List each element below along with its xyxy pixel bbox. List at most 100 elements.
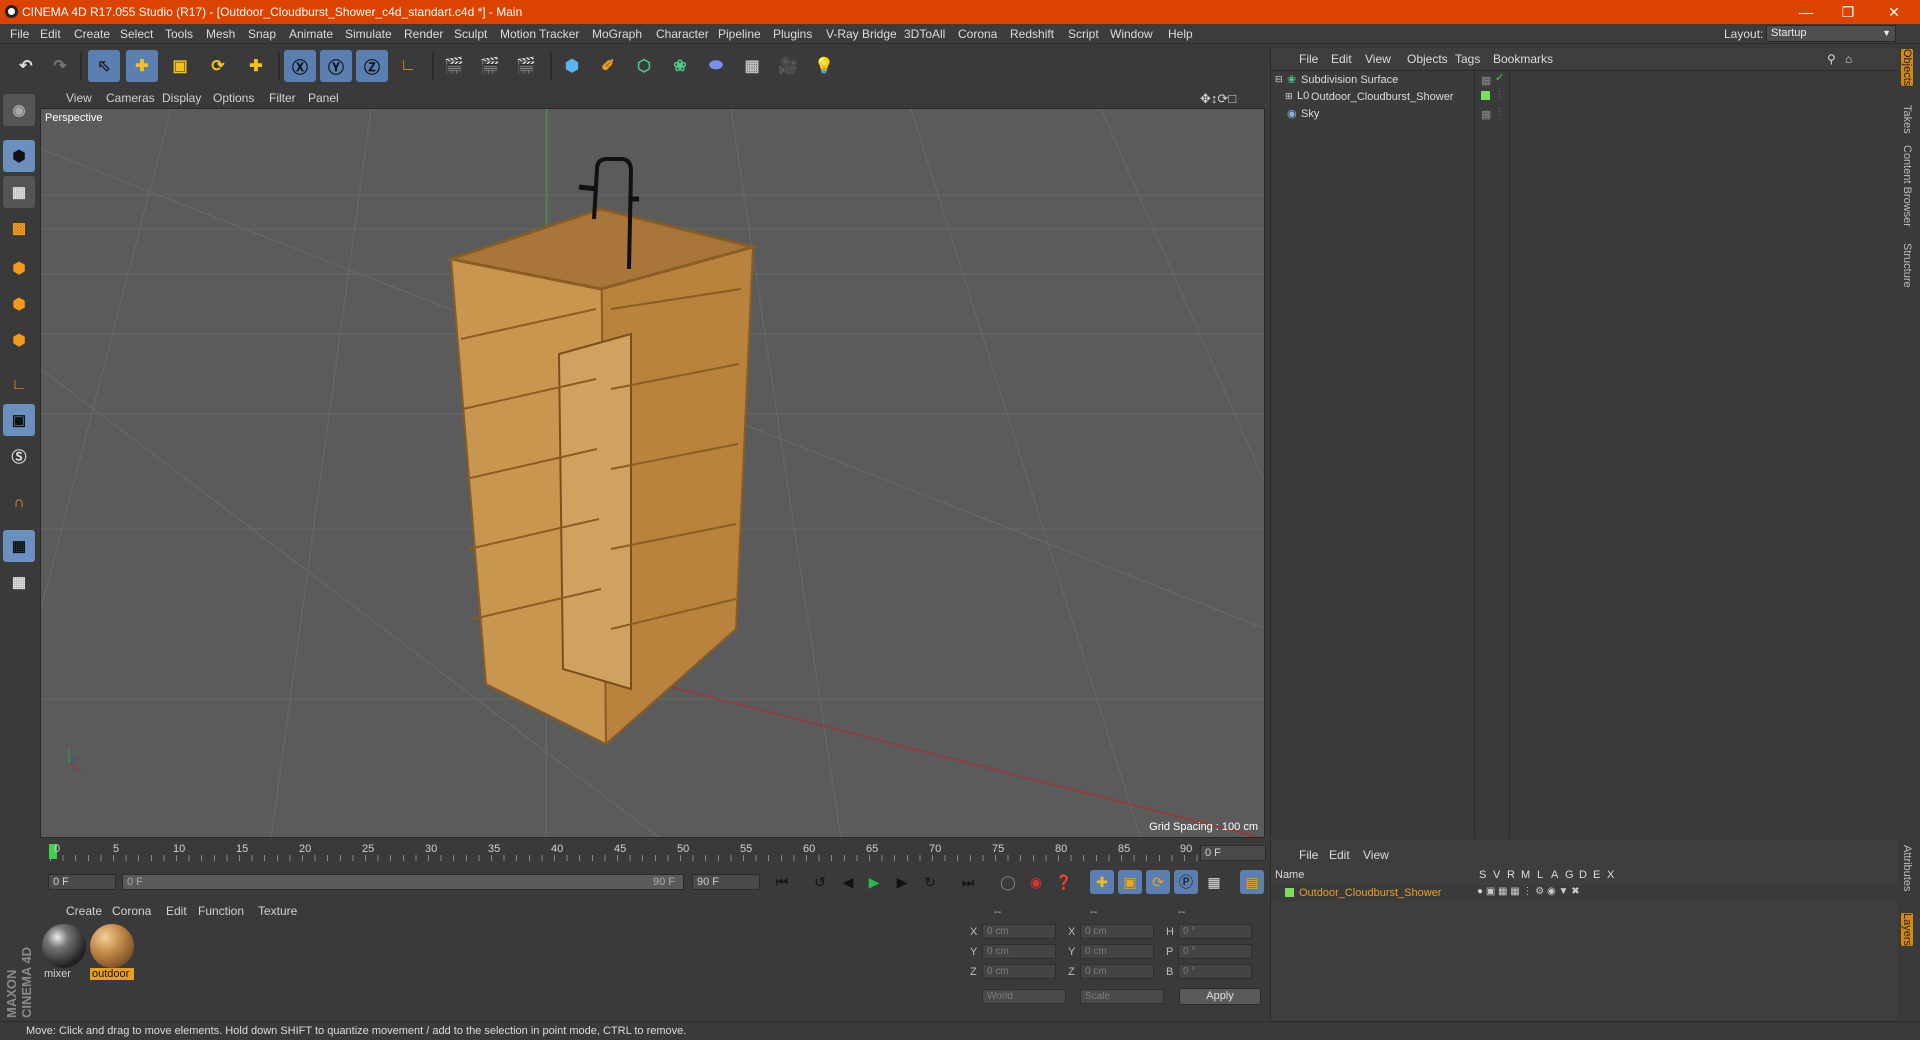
menu-animate[interactable]: Animate [289, 27, 333, 41]
menu-edit[interactable]: Edit [40, 27, 61, 41]
object-row-sky[interactable]: ◉ Sky ▦ ⋮ [1273, 105, 1899, 124]
size-mode-dropdown[interactable]: Scale [1080, 989, 1164, 1004]
menu-simulate[interactable]: Simulate [345, 27, 392, 41]
previous-key-icon[interactable]: ↺ [808, 870, 832, 894]
vp-menu-view[interactable]: View [66, 91, 92, 105]
obj-menu-tags[interactable]: Tags [1455, 52, 1480, 66]
tab-layers[interactable]: Layers [1901, 913, 1913, 947]
polygons-mode-icon[interactable]: ⬢ [3, 324, 35, 356]
menu-pipeline[interactable]: Pipeline [718, 27, 761, 41]
menu-window[interactable]: Window [1110, 27, 1153, 41]
menu-character[interactable]: Character [656, 27, 709, 41]
menu-script[interactable]: Script [1068, 27, 1099, 41]
shower-model[interactable] [445, 157, 759, 747]
position-x-field[interactable]: 0 cm [982, 924, 1056, 939]
timeline-window-icon[interactable]: ▤ [1240, 870, 1264, 894]
current-frame-field[interactable]: 0 F [1200, 845, 1266, 861]
layer-row[interactable]: Outdoor_Cloudburst_Shower ● ▣ ▦ ▦ ⋮ ⚙ ◉ … [1271, 885, 1899, 902]
rotation-p-field[interactable]: 0 ° [1178, 944, 1252, 959]
obj-menu-file[interactable]: File [1299, 52, 1318, 66]
menu-snap[interactable]: Snap [248, 27, 276, 41]
next-key-icon[interactable]: ↻ [918, 870, 942, 894]
grid-snap-icon[interactable]: ▦ [3, 566, 35, 598]
add-icon[interactable]: ✚ [240, 50, 272, 82]
cube-icon[interactable]: ⬢ [556, 50, 588, 82]
size-y-field[interactable]: 0 cm [1080, 944, 1154, 959]
tab-content-browser[interactable]: Content Browser [1901, 145, 1913, 227]
floor-icon[interactable]: ▦ [736, 50, 768, 82]
solo-mode-icon[interactable]: Ⓢ [3, 440, 35, 472]
vp-menu-panel[interactable]: Panel [308, 91, 339, 105]
3d-viewport[interactable]: Perspective Grid Spacing : 100 cm [40, 108, 1265, 838]
key-parameter-icon[interactable]: Ⓟ [1174, 870, 1198, 894]
menu-help[interactable]: Help [1168, 27, 1193, 41]
deformer-icon[interactable]: ⬬ [700, 50, 732, 82]
menu-plugins[interactable]: Plugins [773, 27, 812, 41]
viewport-navigation-icon[interactable]: ✥↕⟳□ [1200, 91, 1236, 107]
move-icon[interactable]: ✚ [126, 50, 158, 82]
minimize-icon[interactable]: — [1786, 2, 1826, 22]
layer-menu-file[interactable]: File [1299, 848, 1318, 862]
restore-icon[interactable]: ❐ [1828, 2, 1868, 22]
redo-icon[interactable]: ↷ [44, 50, 76, 82]
vp-menu-filter[interactable]: Filter [269, 91, 296, 105]
rotate-icon[interactable]: ⟳ [202, 50, 234, 82]
rotation-h-field[interactable]: 0 ° [1178, 924, 1252, 939]
menu-mograph[interactable]: MoGraph [592, 27, 642, 41]
layer-color-swatch[interactable] [1285, 888, 1294, 897]
visibility-dot-icon[interactable]: ▦ [1481, 74, 1491, 87]
tab-objects[interactable]: Objects [1901, 49, 1913, 87]
visibility-dot-icon[interactable]: ▦ [1481, 108, 1491, 121]
menu-corona[interactable]: Corona [958, 27, 997, 41]
key-rotation-icon[interactable]: ⟳ [1146, 870, 1170, 894]
mat-menu-corona[interactable]: Corona [112, 904, 151, 918]
menu-vray-bridge[interactable]: V-Ray Bridge [826, 27, 897, 41]
close-icon[interactable]: ✕ [1874, 2, 1914, 22]
tab-takes[interactable]: Takes [1901, 105, 1913, 134]
grid-lock-icon[interactable]: ▦ [3, 530, 35, 562]
menu-mesh[interactable]: Mesh [206, 27, 235, 41]
material-swatch[interactable]: mixer [42, 924, 86, 980]
expand-icon[interactable]: ⊞ [1285, 91, 1293, 102]
key-position-icon[interactable]: ✚ [1090, 870, 1114, 894]
key-pla-icon[interactable]: ▦ [1202, 870, 1226, 894]
menu-sculpt[interactable]: Sculpt [454, 27, 487, 41]
search-icon[interactable]: ⚲ [1827, 52, 1836, 66]
layer-toggle-icons[interactable]: ● ▣ ▦ ▦ ⋮ ⚙ ◉ ▼ ✖ [1477, 886, 1580, 897]
menu-redshift[interactable]: Redshift [1010, 27, 1054, 41]
frame-range-slider[interactable]: 0 F 90 F [122, 874, 684, 890]
snap-magnet-icon[interactable]: ∩ [3, 486, 35, 518]
tweak-mode-icon[interactable]: ▣ [3, 404, 35, 436]
keyframe-selection-icon[interactable]: ❓ [1052, 870, 1076, 894]
menu-select[interactable]: Select [120, 27, 153, 41]
vp-menu-cameras[interactable]: Cameras [106, 91, 155, 105]
layout-dropdown[interactable]: Startup ▼ [1766, 25, 1896, 42]
position-z-field[interactable]: 0 cm [982, 964, 1056, 979]
world-coordinate-icon[interactable]: ∟ [392, 50, 424, 82]
go-to-end-icon[interactable]: ⏭ [956, 870, 980, 894]
obj-menu-edit[interactable]: Edit [1331, 52, 1352, 66]
subdivision-icon[interactable]: ⬡ [628, 50, 660, 82]
texture-mode-icon[interactable]: ▦ [3, 176, 35, 208]
record-keys-icon[interactable]: ◯ [996, 870, 1020, 894]
x-axis-icon[interactable]: Ⓧ [284, 50, 316, 82]
menu-create[interactable]: Create [74, 27, 110, 41]
points-mode-icon[interactable]: ⬢ [3, 252, 35, 284]
z-axis-icon[interactable]: Ⓩ [356, 50, 388, 82]
render-region-icon[interactable]: 🎬 [474, 50, 506, 82]
axis-mode-icon[interactable]: ∟ [3, 368, 35, 400]
workplane-mode-icon[interactable]: ▩ [3, 212, 35, 244]
tab-attributes[interactable]: Attributes [1901, 845, 1913, 891]
obj-menu-view[interactable]: View [1365, 52, 1391, 66]
enabled-check-icon[interactable]: ✓ [1495, 71, 1504, 84]
material-swatch[interactable]: outdoor [90, 924, 134, 980]
apply-button[interactable]: Apply [1179, 988, 1261, 1005]
rotation-b-field[interactable]: 0 ° [1178, 964, 1252, 979]
menu-render[interactable]: Render [404, 27, 443, 41]
collapse-icon[interactable]: ⊟ [1275, 74, 1283, 85]
next-frame-icon[interactable]: ▶ [890, 870, 914, 894]
menu-3dtoall[interactable]: 3DToAll [904, 27, 945, 41]
make-editable-icon[interactable]: ◉ [3, 94, 35, 126]
mat-menu-texture[interactable]: Texture [258, 904, 297, 918]
autokey-icon[interactable]: ◉ [1024, 870, 1048, 894]
